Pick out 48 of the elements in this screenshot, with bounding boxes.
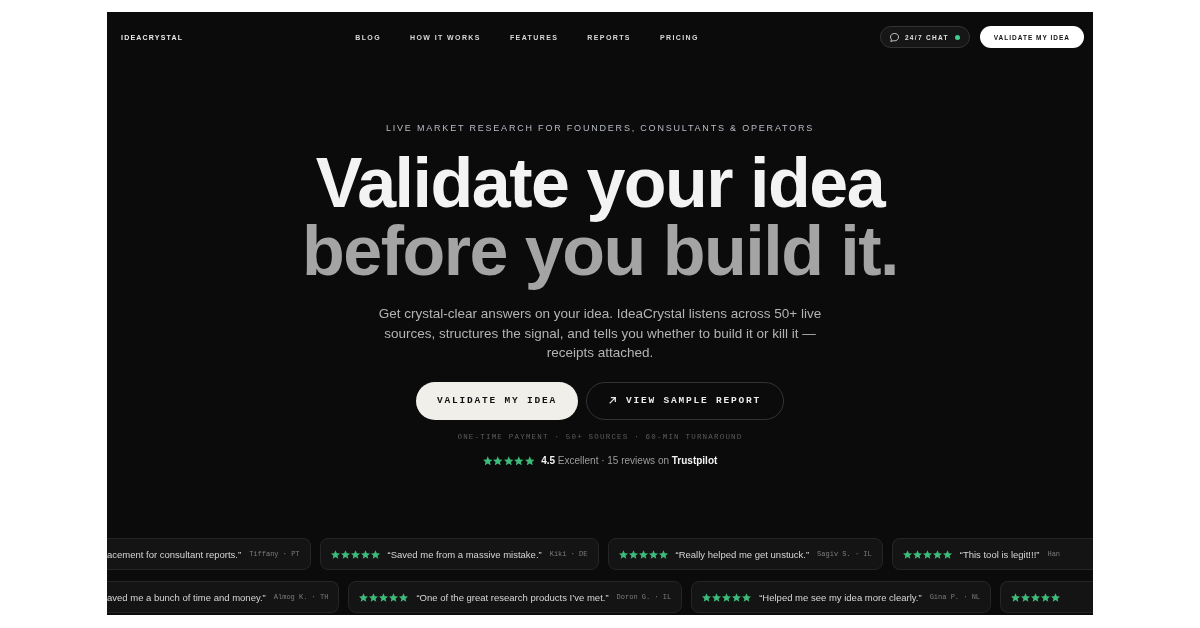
star-icon	[1031, 592, 1041, 602]
star-icon	[370, 549, 380, 559]
star-icon	[514, 455, 524, 466]
star-icon	[732, 592, 742, 602]
star-icon	[482, 455, 493, 466]
star-icon	[493, 455, 503, 466]
chat-bubble-icon	[889, 32, 899, 42]
star-icon	[712, 592, 722, 602]
testimonial-quote: “This tool is legit!!!”	[959, 548, 1040, 560]
star-icon	[932, 549, 942, 559]
star-icon	[503, 455, 514, 466]
star-icon	[389, 592, 399, 602]
hero-description: Get crystal-clear answers on your idea. IdeaCrystal listens across 50+ live sources, structures the signal, and tells you whether to build it or kill it — receipts attached.	[377, 305, 823, 362]
testimonial-quote: “Saved me from a massive mistake.”	[387, 548, 542, 560]
star-icon	[399, 592, 409, 602]
star-icon	[912, 549, 922, 559]
testimonial-quote: “Helped me see my idea more clearly.”	[759, 591, 922, 603]
star-icon	[1041, 592, 1051, 602]
star-icon	[360, 549, 370, 559]
star-icon	[742, 592, 752, 602]
star-icon	[638, 549, 648, 559]
star-icon	[369, 592, 379, 602]
testimonial-quote: “Really helped me get unstuck.”	[675, 548, 810, 560]
star-icon	[702, 592, 712, 602]
testimonial-quote: “One of the great research products I’ve met.”	[416, 591, 609, 603]
hero-kicker: LIVE MARKET RESEARCH FOR FOUNDERS, CONSULTANTS & OPERATORS	[385, 122, 815, 135]
star-icon	[350, 549, 360, 559]
star-icon	[722, 592, 732, 602]
testimonial-quote: aved me a bunch of time and money.”	[107, 591, 266, 603]
star-icon	[379, 592, 389, 602]
star-icon	[1011, 592, 1021, 602]
star-icon	[340, 549, 350, 559]
star-icon	[524, 455, 535, 466]
star-icon	[618, 549, 628, 559]
star-icon	[648, 549, 658, 559]
star-icon	[922, 549, 932, 559]
star-icon	[330, 549, 340, 559]
validate-idea-button[interactable]: VALIDATE MY IDEA	[415, 381, 578, 420]
testimonial-quote: acement for consultant reports.”	[107, 548, 242, 560]
star-icon	[628, 549, 638, 559]
star-icon	[1051, 592, 1061, 602]
star-icon	[658, 549, 668, 559]
star-icon	[1021, 592, 1031, 602]
arrow-up-right-icon	[609, 397, 616, 404]
star-icon	[359, 592, 369, 602]
rating-summary: 4.5 Excellent · 15 reviews on Trustpilot	[541, 454, 718, 467]
star-icon	[902, 549, 912, 559]
star-icon	[942, 549, 952, 559]
